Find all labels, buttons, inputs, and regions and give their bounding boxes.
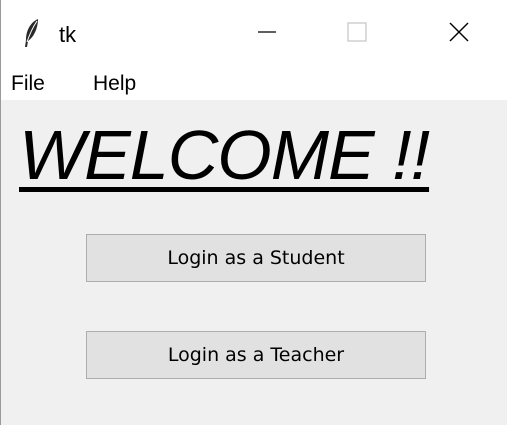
menu-help[interactable]: Help — [93, 72, 136, 96]
app-window: tk File Help WELCOME !! Login as a Stude… — [0, 0, 507, 425]
login-teacher-button[interactable]: Login as a Teacher — [86, 331, 426, 379]
menu-file[interactable]: File — [11, 72, 45, 96]
minimize-icon — [256, 21, 278, 48]
login-student-button[interactable]: Login as a Student — [86, 234, 426, 282]
menu-bar: File Help — [1, 66, 507, 100]
feather-icon — [23, 18, 41, 48]
maximize-button[interactable] — [327, 12, 387, 56]
close-icon — [448, 21, 470, 48]
window-title: tk — [59, 22, 77, 47]
minimize-button[interactable] — [237, 12, 297, 56]
title-bar[interactable]: tk — [1, 0, 507, 66]
close-button[interactable] — [429, 12, 489, 56]
maximize-icon — [346, 21, 368, 48]
welcome-heading: WELCOME !! — [19, 116, 430, 194]
